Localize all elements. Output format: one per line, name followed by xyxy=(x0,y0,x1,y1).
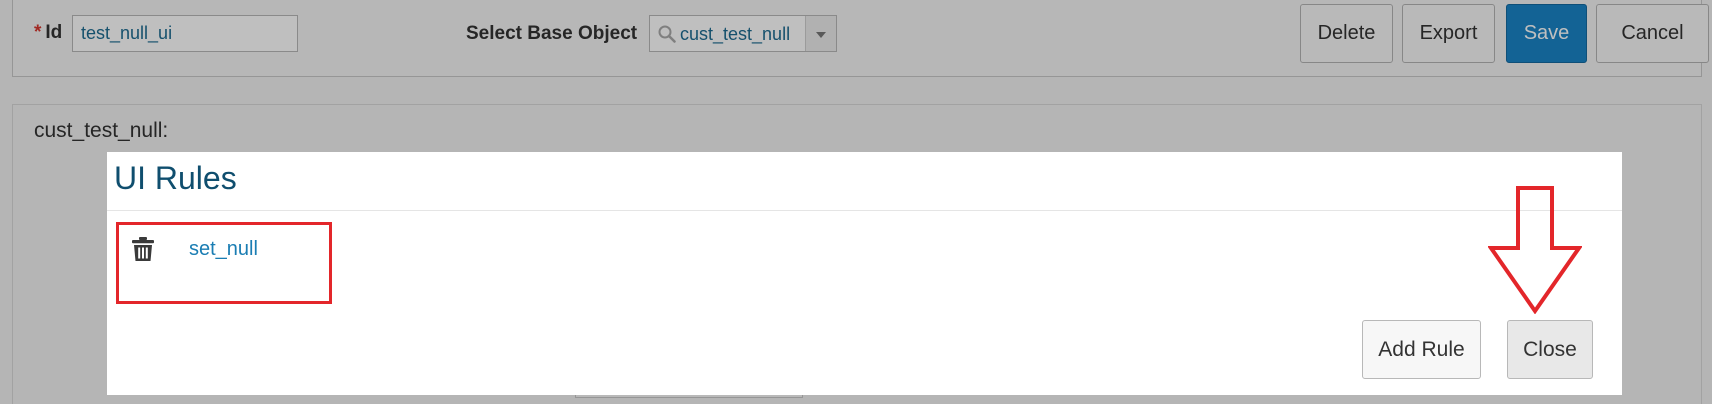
annotation-highlight-box xyxy=(116,222,332,304)
modal-divider xyxy=(107,210,1622,211)
annotation-arrow-icon xyxy=(1488,186,1582,314)
modal-title: UI Rules xyxy=(114,160,237,196)
close-button[interactable]: Close xyxy=(1507,320,1593,379)
add-rule-button[interactable]: Add Rule xyxy=(1362,320,1481,379)
ui-rules-modal: UI Rules set_null Add Rule Close xyxy=(107,152,1622,395)
